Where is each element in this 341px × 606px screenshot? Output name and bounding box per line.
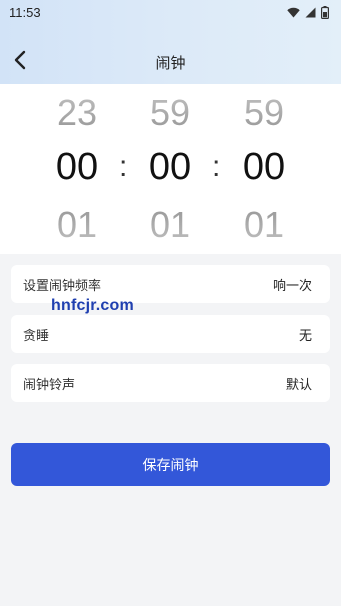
hour-prev: 23	[56, 92, 98, 133]
second-next: 01	[243, 204, 285, 245]
wifi-icon	[287, 7, 300, 18]
second-prev: 59	[243, 92, 285, 133]
hour-wheel[interactable]: 23 00 01	[37, 84, 117, 254]
second-wheel[interactable]: 59 00 01	[224, 84, 304, 254]
setting-label: 贪睡	[23, 328, 50, 344]
page-title: 闹钟	[155, 53, 186, 72]
signal-icon	[305, 7, 316, 18]
setting-label: 设置闹钟频率	[23, 278, 102, 294]
separator-colon: :	[119, 150, 128, 183]
second-current: 00	[242, 146, 286, 188]
minute-prev: 59	[149, 92, 191, 133]
watermark-text: hnfcjr.com	[51, 297, 134, 314]
setting-value: 响一次	[272, 278, 312, 294]
minute-next: 01	[149, 204, 191, 245]
back-button[interactable]	[6, 48, 34, 76]
status-time: 11:53	[9, 4, 41, 20]
setting-value: 无	[298, 328, 312, 344]
separator-colon: :	[212, 150, 221, 183]
time-picker: 23 00 01 : 59 00 01 : 59 00 01	[0, 84, 341, 254]
chevron-left-icon	[13, 50, 27, 74]
status-icons	[287, 5, 329, 19]
setting-label: 闹钟铃声	[23, 377, 76, 393]
minute-wheel[interactable]: 59 00 01	[130, 84, 210, 254]
setting-value: 默认	[285, 377, 312, 393]
save-alarm-button[interactable]: 保存闹钟	[11, 443, 330, 486]
nav-bar: 闹钟	[0, 40, 341, 84]
battery-icon	[321, 5, 329, 19]
minute-current: 00	[148, 146, 192, 188]
hour-next: 01	[56, 204, 98, 245]
setting-row-snooze[interactable]: 贪睡 无	[11, 315, 330, 353]
hour-current: 00	[55, 146, 99, 188]
status-bar: 11:53	[0, 0, 341, 24]
setting-row-ringtone[interactable]: 闹钟铃声 默认	[11, 364, 330, 402]
